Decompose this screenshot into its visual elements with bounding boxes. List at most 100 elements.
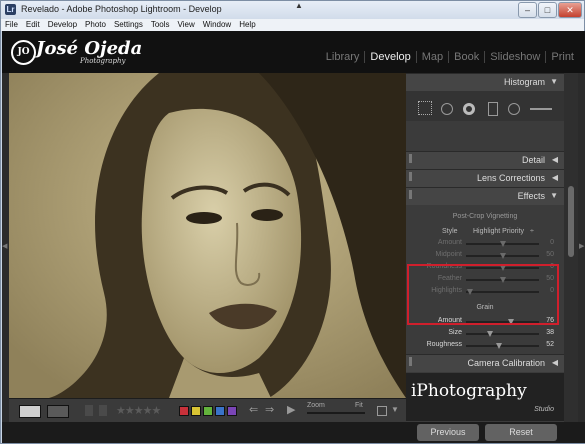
right-panel-scrollbar[interactable] bbox=[564, 73, 578, 422]
arrow-right-icon[interactable]: ⇒ bbox=[265, 403, 277, 416]
window-title: Revelado - Adobe Photoshop Lightroom - D… bbox=[21, 4, 222, 14]
style-label: Style bbox=[442, 228, 458, 235]
previous-button[interactable]: Previous bbox=[417, 424, 479, 441]
collapse-triangle-icon: ▼ bbox=[550, 77, 558, 86]
vignetting-heading: Post-Crop Vignetting bbox=[452, 213, 518, 220]
red-eye-icon[interactable] bbox=[463, 103, 475, 115]
radial-filter-icon[interactable] bbox=[508, 103, 520, 115]
color-label-purple[interactable] bbox=[227, 406, 237, 416]
filmstrip-bar: Previous Reset bbox=[2, 422, 585, 443]
module-slideshow[interactable]: Slideshow bbox=[484, 51, 545, 63]
vignette-amount-value[interactable]: 0 bbox=[550, 239, 554, 246]
camera-calibration-title: Camera Calibration bbox=[467, 358, 545, 368]
grain-roughness-label: Roughness bbox=[426, 341, 462, 348]
loupe-view-icon[interactable] bbox=[19, 405, 41, 418]
identity-name: José Ojeda bbox=[36, 38, 143, 59]
grain-highlight-box bbox=[407, 264, 559, 325]
flag-icon[interactable] bbox=[85, 405, 93, 416]
module-map[interactable]: Map bbox=[415, 51, 448, 63]
grain-roughness-slider[interactable] bbox=[466, 343, 539, 349]
menu-file[interactable]: File bbox=[1, 19, 22, 31]
window-controls: – □ ✕ bbox=[518, 2, 582, 18]
identity-subtitle: Photography bbox=[80, 57, 126, 65]
fit-label: Fit bbox=[355, 402, 363, 409]
camera-calibration-panel-header[interactable]: Camera Calibration ◀ bbox=[406, 354, 564, 372]
effects-title: Effects bbox=[517, 191, 545, 201]
play-icon[interactable]: ▶ bbox=[287, 403, 297, 416]
grain-size-label: Size bbox=[448, 329, 462, 336]
vignette-amount-slider[interactable] bbox=[466, 241, 539, 247]
reject-flag-icon[interactable] bbox=[99, 405, 107, 416]
minimize-button[interactable]: – bbox=[518, 2, 537, 18]
panel-switch-icon bbox=[409, 357, 412, 366]
grain-size-value[interactable]: 38 bbox=[546, 329, 554, 336]
slider-thumb-icon[interactable] bbox=[499, 253, 506, 259]
zoom-slider[interactable] bbox=[307, 412, 365, 414]
photo-canvas[interactable] bbox=[9, 73, 406, 398]
color-label-blue[interactable] bbox=[215, 406, 225, 416]
top-panel-toggle-icon[interactable]: ▲ bbox=[295, 1, 303, 10]
color-label-green[interactable] bbox=[203, 406, 213, 416]
crop-overlay-icon[interactable] bbox=[377, 406, 387, 416]
tool-strip bbox=[406, 91, 564, 121]
menu-window[interactable]: Window bbox=[199, 19, 235, 31]
close-button[interactable]: ✕ bbox=[558, 2, 582, 18]
right-panel-toggle-icon[interactable]: ▶ bbox=[579, 242, 585, 252]
title-bar: Lr Revelado - Adobe Photoshop Lightroom … bbox=[1, 1, 584, 19]
expand-triangle-icon: ◀ bbox=[551, 358, 558, 367]
toolbar-menu-icon[interactable]: ▼ bbox=[391, 405, 399, 416]
slider-thumb-icon[interactable] bbox=[499, 241, 506, 247]
color-label-red[interactable] bbox=[179, 406, 189, 416]
grain-size-slider[interactable] bbox=[466, 331, 539, 337]
lightroom-workspace: JO José Ojeda Photography Library Develo… bbox=[2, 31, 585, 443]
graduated-filter-icon[interactable] bbox=[488, 102, 498, 116]
vignette-style-row: Style Highlight Priority ÷ bbox=[406, 227, 564, 238]
vignette-midpoint-value[interactable]: 50 bbox=[546, 251, 554, 258]
branding-sub: Studio bbox=[534, 406, 554, 413]
right-panel: Histogram ▼ Detail ◀ Lens Corrections ◀ bbox=[406, 73, 564, 422]
menu-photo[interactable]: Photo bbox=[81, 19, 110, 31]
menu-tools[interactable]: Tools bbox=[147, 19, 174, 31]
app-window: Lr Revelado - Adobe Photoshop Lightroom … bbox=[0, 0, 585, 444]
lens-title: Lens Corrections bbox=[476, 173, 545, 183]
module-develop[interactable]: Develop bbox=[364, 51, 415, 63]
expand-triangle-icon: ◀ bbox=[551, 173, 558, 182]
star-rating[interactable]: ★★★★★ bbox=[116, 404, 161, 417]
module-print[interactable]: Print bbox=[545, 51, 579, 63]
collapse-triangle-icon: ▼ bbox=[550, 191, 558, 200]
module-book[interactable]: Book bbox=[448, 51, 484, 63]
vignette-amount-row: Amount 0 bbox=[406, 238, 564, 249]
scrollbar-thumb[interactable] bbox=[568, 186, 574, 257]
grain-roughness-row: Roughness 52 bbox=[406, 340, 564, 351]
slider-thumb-icon[interactable] bbox=[487, 331, 494, 337]
menu-view[interactable]: View bbox=[174, 19, 199, 31]
left-panel-toggle-icon[interactable]: ◀ bbox=[2, 242, 9, 252]
portrait-photo bbox=[9, 73, 406, 398]
menu-develop[interactable]: Develop bbox=[44, 19, 81, 31]
crop-tool-icon[interactable] bbox=[418, 101, 432, 115]
before-after-icon[interactable] bbox=[47, 405, 69, 418]
lens-panel-header[interactable]: Lens Corrections ◀ bbox=[406, 169, 564, 187]
module-library[interactable]: Library bbox=[321, 51, 365, 63]
maximize-button[interactable]: □ bbox=[538, 2, 557, 18]
detail-panel-header[interactable]: Detail ◀ bbox=[406, 151, 564, 169]
dropdown-arrows-icon: ÷ bbox=[530, 228, 534, 235]
menu-edit[interactable]: Edit bbox=[22, 19, 44, 31]
histogram-panel-header[interactable]: Histogram ▼ bbox=[406, 73, 564, 91]
vignette-midpoint-slider[interactable] bbox=[466, 253, 539, 259]
color-label-yellow[interactable] bbox=[191, 406, 201, 416]
develop-toolbar: ★★★★★ ⇐ ⇒ ▶ Zoom Fit ▼ bbox=[9, 398, 406, 423]
reset-button[interactable]: Reset bbox=[485, 424, 557, 441]
panel-switch-icon bbox=[409, 154, 412, 163]
menu-settings[interactable]: Settings bbox=[110, 19, 147, 31]
effects-panel-header[interactable]: Effects ▼ bbox=[406, 187, 564, 205]
slider-thumb-icon[interactable] bbox=[495, 343, 502, 349]
panel-switch-icon bbox=[409, 172, 412, 181]
style-dropdown[interactable]: Highlight Priority bbox=[473, 228, 524, 235]
spot-removal-icon[interactable] bbox=[441, 103, 453, 115]
lightroom-app-icon: Lr bbox=[5, 4, 16, 15]
menu-help[interactable]: Help bbox=[235, 19, 259, 31]
arrow-left-icon[interactable]: ⇐ bbox=[249, 403, 261, 416]
adjustment-brush-icon[interactable] bbox=[530, 108, 552, 110]
grain-roughness-value[interactable]: 52 bbox=[546, 341, 554, 348]
